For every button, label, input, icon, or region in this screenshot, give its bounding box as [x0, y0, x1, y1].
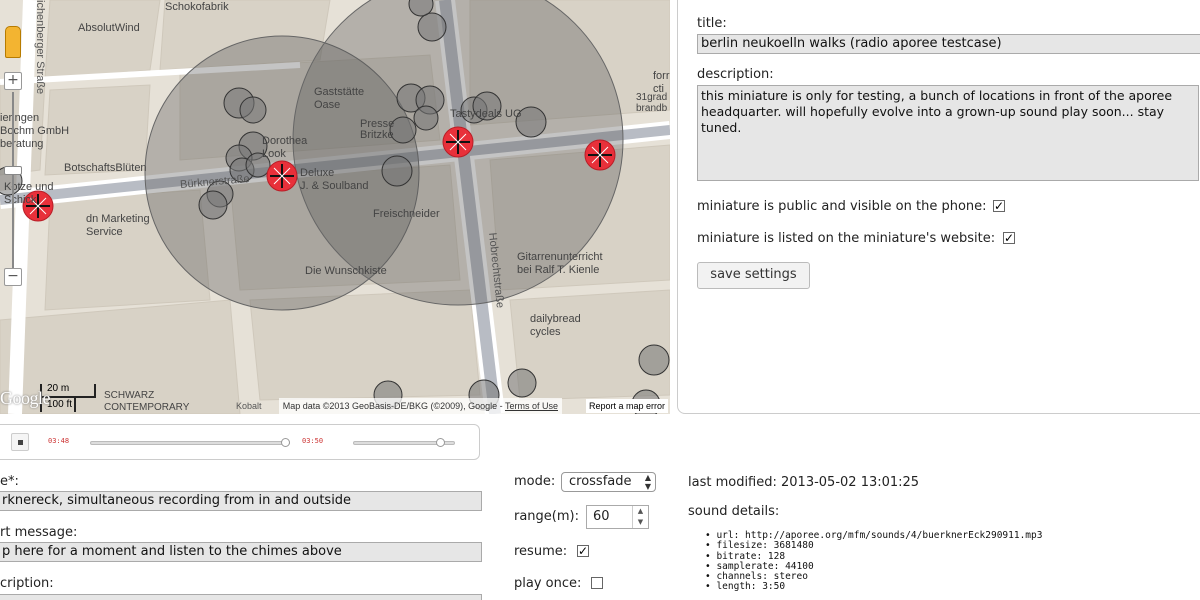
zoom-control[interactable]: + − — [4, 26, 22, 288]
description-textarea[interactable]: this miniature is only for testing, a bu… — [697, 85, 1199, 181]
terms-of-use-link[interactable]: Terms of Use — [505, 401, 558, 411]
resume-checkbox[interactable]: ✓ — [577, 545, 589, 557]
resume-label: resume: — [514, 544, 568, 559]
volume-knob[interactable] — [435, 438, 445, 447]
map-label-deluxe: Deluxe J. & Soulband — [300, 167, 369, 192]
map-label-dailybread: dailybread cycles — [530, 313, 581, 338]
zoom-in-button[interactable]: + — [4, 72, 22, 90]
map-label-kobalt: Kobalt — [236, 401, 262, 411]
map-label-dorothea: Dorothea Look — [262, 135, 308, 160]
volume-slider[interactable] — [353, 438, 455, 447]
range-label: range(m): — [514, 509, 579, 524]
map-label-botschaft: BotschaftsBlüten — [64, 162, 147, 174]
app-root: ichenberger Straße Schokofabrik AbsolutW… — [0, 0, 1200, 600]
play-once-checkbox[interactable] — [591, 577, 603, 589]
zoom-out-button[interactable]: − — [4, 268, 22, 286]
map-label-marketing: dn Marketing Service — [86, 213, 150, 238]
stop-icon — [18, 440, 23, 445]
map-label-street-left: ichenberger Straße — [34, 0, 46, 95]
map-label-gitarren: Gitarrenunterricht bei Ralf T. Kienle — [517, 251, 603, 276]
map-label-wunschkiste: Die Wunschkiste — [305, 265, 387, 277]
save-settings-button[interactable]: save settings — [697, 262, 810, 289]
report-map-error-link[interactable]: Report a map error — [585, 399, 668, 413]
audio-player: 03:48 03:50 — [0, 424, 480, 460]
miniature-settings-panel: title: berlin neukoelln walks (radio apo… — [677, 0, 1200, 414]
map-view[interactable]: ichenberger Straße Schokofabrik AbsolutW… — [0, 0, 670, 414]
map-label-grad: 31grad brandb — [636, 92, 668, 114]
sound-description-label: cription: — [0, 576, 54, 591]
mode-label: mode: — [514, 474, 556, 489]
select-arrows-icon: ▲ ▼ — [644, 473, 651, 491]
sound-description-input[interactable] — [0, 594, 482, 600]
map-label-tasty: Tastydeals UG — [450, 108, 522, 120]
last-modified: last modified: 2013-05-02 13:01:25 — [688, 475, 920, 490]
start-message-label: rt message: — [0, 525, 78, 540]
progress-knob[interactable] — [281, 438, 290, 447]
public-label: miniature is public and visible on the p… — [697, 199, 987, 214]
sound-details-label: sound details: — [688, 504, 780, 519]
stop-button[interactable] — [11, 433, 29, 451]
sound-detail-item: length: 3:50 — [705, 582, 1042, 593]
progress-slider[interactable] — [90, 438, 290, 447]
range-value: 60 — [593, 509, 610, 524]
map-attribution: Map data ©2013 GeoBasis-DE/BKG (©2009), … — [278, 398, 562, 414]
title-label: title: — [697, 16, 727, 31]
street-view-pegman-icon[interactable] — [5, 26, 21, 58]
zoom-slider-handle[interactable] — [4, 166, 22, 175]
listed-checkbox[interactable]: ✓ — [1003, 232, 1015, 244]
sound-name-label: e*: — [0, 474, 19, 489]
listed-label: miniature is listed on the miniature's w… — [697, 231, 996, 246]
map-label-presse: Presse Britzke — [360, 118, 395, 141]
description-label: description: — [697, 67, 774, 82]
map-label-schokofabrik: Schokofabrik — [165, 1, 229, 13]
map-label-freischneider: Freischneider — [373, 208, 440, 220]
attribution-text: Map data ©2013 GeoBasis-DE/BKG (©2009), … — [282, 401, 505, 411]
range-spinner-icon[interactable]: ▲ ▼ — [632, 506, 648, 528]
google-logo: Google — [0, 388, 51, 408]
range-input[interactable]: 60 ▲ ▼ — [586, 505, 649, 529]
current-time: 03:48 — [48, 437, 70, 445]
map-label-gaststaette: Gaststätte Oase — [314, 86, 365, 111]
public-checkbox[interactable]: ✓ — [993, 200, 1005, 212]
title-input[interactable]: berlin neukoelln walks (radio aporee tes… — [697, 34, 1200, 54]
map-label-absolutwind: AbsolutWind — [78, 22, 140, 34]
mode-select[interactable]: crossfade ▲ ▼ — [561, 472, 656, 492]
play-once-label: play once: — [514, 576, 582, 591]
sound-details-list: url: http://aporee.org/mfm/sounds/4/buer… — [705, 530, 1042, 593]
start-message-input[interactable]: p here for a moment and listen to the ch… — [0, 542, 482, 562]
map-label-schwarz: SCHWARZ CONTEMPORARY — [104, 390, 190, 413]
total-time: 03:50 — [302, 437, 324, 445]
map-canvas — [0, 0, 670, 414]
zoom-slider-track[interactable] — [12, 92, 14, 268]
mode-value: crossfade — [569, 474, 632, 489]
sound-name-input[interactable]: rknereck, simultaneous recording from in… — [0, 491, 482, 511]
